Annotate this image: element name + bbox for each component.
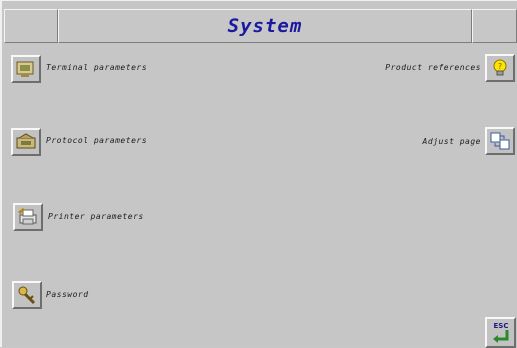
esc-button[interactable]: ESC	[485, 317, 516, 348]
title-bar-center-cell: System	[58, 9, 472, 43]
svg-text:?: ?	[498, 62, 502, 71]
password-button[interactable]	[12, 281, 42, 309]
terminal-icon	[16, 61, 34, 77]
terminal-parameters-label[interactable]: Terminal parameters	[46, 63, 147, 72]
protocol-parameters-label[interactable]: Protocol parameters	[46, 136, 147, 145]
adjust-page-icon	[490, 132, 510, 150]
return-arrow-icon: ESC	[492, 322, 508, 343]
protocol-icon	[16, 133, 36, 149]
printer-parameters-button[interactable]	[13, 203, 43, 231]
title-bar: System	[2, 1, 517, 43]
product-references-label[interactable]: Product references	[385, 63, 481, 72]
key-icon	[18, 286, 36, 305]
terminal-parameters-button[interactable]	[11, 55, 41, 83]
printer-parameters-label[interactable]: Printer parameters	[48, 212, 144, 221]
hmi-screen: System Terminal parameters Protocol para…	[0, 0, 517, 348]
adjust-page-label[interactable]: Adjust page	[423, 137, 481, 146]
password-label[interactable]: Password	[46, 290, 89, 299]
title-bar-right-cell	[472, 9, 517, 43]
printer-icon	[18, 207, 37, 225]
title-bar-left-cell	[4, 9, 58, 43]
product-references-button[interactable]: ?	[485, 54, 515, 82]
protocol-parameters-button[interactable]	[11, 128, 41, 156]
page-title: System	[227, 15, 303, 37]
adjust-page-button[interactable]	[485, 127, 515, 155]
esc-text: ESC	[493, 322, 508, 330]
lightbulb-icon: ?	[493, 59, 507, 76]
